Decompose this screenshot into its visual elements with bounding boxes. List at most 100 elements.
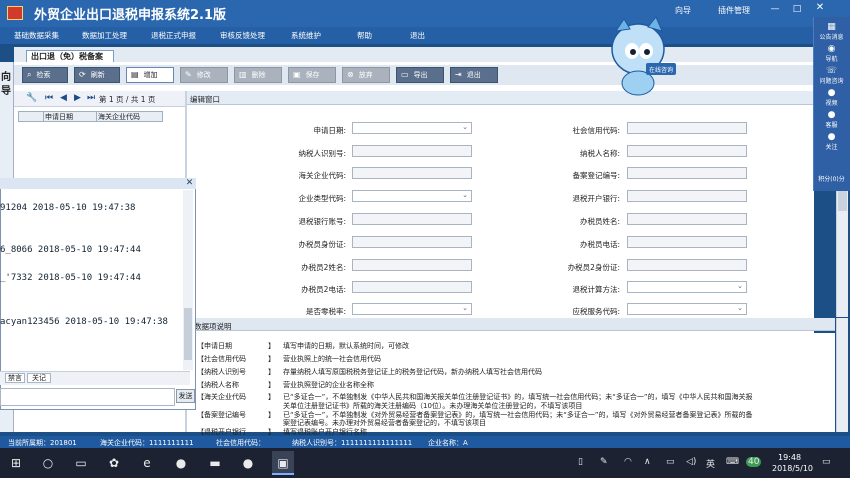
plugin-manage-link[interactable]: 插件管理 xyxy=(718,5,750,16)
agent2-phone-field[interactable] xyxy=(352,281,472,293)
mascot-badge: 在线咨询 xyxy=(649,66,673,74)
label-agent-name: 办税员姓名: xyxy=(579,217,620,226)
cancel-button[interactable]: ⊗ 放弃 xyxy=(342,67,390,83)
exit-button[interactable]: ⇥ 退出 xyxy=(450,67,498,83)
company-type-select[interactable]: ⌄ xyxy=(352,190,472,202)
label-taxpayer-name: 纳税人名称: xyxy=(579,149,620,158)
sidebar-item-consult[interactable]: ☏ 问题咨询 xyxy=(813,66,850,85)
menu-data-process[interactable]: 数据加工处理 xyxy=(82,30,127,41)
taskbar xyxy=(0,448,850,478)
app-pinwheel-icon[interactable]: ✿ xyxy=(106,455,122,471)
taxpayer-id-field[interactable] xyxy=(352,145,472,157)
bank-account-field[interactable] xyxy=(352,213,472,225)
wrench-icon[interactable]: 🔧 xyxy=(26,93,37,103)
log-line: 6_8066 2018-05-10 19:47:44 xyxy=(0,245,141,255)
agent-phone-field[interactable] xyxy=(627,236,747,248)
tray-arrow-icon[interactable]: ∧ xyxy=(644,457,651,467)
menu-system-maintenance[interactable]: 系统维护 xyxy=(291,30,321,41)
mute-tab[interactable]: 禁言 xyxy=(5,373,25,383)
agent2-name-field[interactable] xyxy=(352,259,472,271)
search-button[interactable]: ⌕ 检索 xyxy=(22,67,68,83)
sidebar-item-points[interactable]: 积分(0)分 xyxy=(813,174,850,183)
menu-help[interactable]: 帮助 xyxy=(357,30,372,41)
column-apply-date[interactable]: 申请日期 xyxy=(45,112,73,122)
status-credit-code: 社会信用代码： xyxy=(216,439,265,447)
column-customs-code[interactable]: 海关企业代码 xyxy=(98,112,140,122)
status-taxpayer-id: 纳税人识别号：1111111111111111 xyxy=(292,439,413,447)
agent-name-field[interactable] xyxy=(627,213,747,225)
taxpayer-name-field[interactable] xyxy=(627,145,747,157)
status-company-name: 企业名称：A xyxy=(428,439,468,447)
chevron-down-icon: ⌄ xyxy=(737,304,743,312)
guide-char-2: 导 xyxy=(1,86,11,97)
desc-value: 营业执照登记的企业名称全称 xyxy=(283,381,374,389)
app-green-icon[interactable]: ● xyxy=(173,455,189,471)
refresh-button[interactable]: ⟳ 刷新 xyxy=(74,67,120,83)
sidebar-item-notice[interactable]: ▦ 公告消息 xyxy=(813,22,850,41)
close-icon[interactable]: ✕ xyxy=(184,178,195,189)
next-page-icon[interactable]: ▶ xyxy=(74,93,81,103)
close-record-tab[interactable]: 关记 xyxy=(27,373,51,383)
save-button[interactable]: ▣ 保存 xyxy=(288,67,336,83)
clock-time[interactable]: 19:48 xyxy=(778,453,801,462)
maximize-icon[interactable]: □ xyxy=(790,4,804,16)
first-page-icon[interactable]: ⏮ xyxy=(45,93,53,103)
desc-key: 【纳税人名称 xyxy=(197,381,239,389)
service-code-select[interactable]: ⌄ xyxy=(627,303,747,315)
clock-date[interactable]: 2018/5/10 xyxy=(772,464,813,473)
credit-code-field[interactable] xyxy=(627,122,747,134)
menu-exit[interactable]: 退出 xyxy=(410,30,425,41)
tray-pen-icon[interactable]: ✎ xyxy=(600,457,608,467)
chat-input[interactable] xyxy=(0,388,175,406)
menu-basic-data[interactable]: 基础数据采集 xyxy=(14,30,59,41)
input-lang[interactable]: 英 xyxy=(706,457,715,470)
tax-app-icon[interactable]: ▣ xyxy=(275,455,291,471)
label-record-number: 备案登记编号: xyxy=(572,171,620,180)
label-customs-code: 海关企业代码: xyxy=(298,171,346,180)
customs-code-field[interactable] xyxy=(352,167,472,179)
sidebar-item-follow[interactable]: ● 关注 xyxy=(813,132,850,151)
menu-formal-declare[interactable]: 退税正式申报 xyxy=(151,30,196,41)
send-button[interactable]: 发送 xyxy=(176,389,195,403)
apply-date-select[interactable]: ⌄ xyxy=(352,122,472,134)
zero-rate-select[interactable]: ⌄ xyxy=(352,303,472,315)
label-taxpayer-id: 纳税人识别号: xyxy=(298,149,346,158)
edit-icon: ✎ xyxy=(185,70,192,79)
notification-badge[interactable]: 40 xyxy=(746,457,762,467)
wifi-icon[interactable]: ◠ xyxy=(624,457,632,467)
edit-button[interactable]: ✎ 修改 xyxy=(180,67,228,83)
chat-scrollbar-thumb[interactable] xyxy=(184,308,192,360)
description-scrollbar[interactable] xyxy=(836,318,848,432)
close-icon[interactable]: ✕ xyxy=(809,2,831,16)
last-page-icon[interactable]: ⏭ xyxy=(87,93,95,103)
sidebar-item-nav[interactable]: ◉ 导航 xyxy=(813,44,850,63)
record-number-field[interactable] xyxy=(627,167,747,179)
sidebar-item-service[interactable]: ● 客服 xyxy=(813,110,850,129)
edge-browser-icon[interactable]: e xyxy=(139,455,155,471)
search-circle-icon[interactable]: ○ xyxy=(40,455,56,471)
menu-audit-feedback[interactable]: 审核反馈处理 xyxy=(220,30,265,41)
export-button[interactable]: ▭ 导出 xyxy=(396,67,444,83)
delete-button[interactable]: ▥ 删除 xyxy=(234,67,282,83)
battery-icon[interactable]: ▭ xyxy=(666,457,675,467)
keyboard-icon[interactable]: ⌨ xyxy=(726,457,739,467)
minimize-icon[interactable]: — xyxy=(768,4,782,16)
windows-start-icon[interactable]: ⊞ xyxy=(8,455,24,471)
tray-phone-icon[interactable]: ▯ xyxy=(578,457,583,467)
file-explorer-icon[interactable]: ▬ xyxy=(207,455,223,471)
volume-icon[interactable]: ◁) xyxy=(686,457,696,467)
add-button[interactable]: ▤ 增加 xyxy=(126,67,174,83)
chat-icon: ☏ xyxy=(825,66,838,76)
mascot-image[interactable]: 在线咨询 xyxy=(602,13,680,99)
status-customs-code: 海关企业代码：1111111111 xyxy=(100,439,194,447)
agent2-id-field[interactable] xyxy=(627,259,747,271)
agent-id-field[interactable] xyxy=(352,236,472,248)
action-center-icon[interactable]: ▭ xyxy=(822,457,831,467)
refund-bank-field[interactable] xyxy=(627,190,747,202)
task-view-icon[interactable]: ▭ xyxy=(73,455,89,471)
calc-method-select[interactable]: ⌄ xyxy=(627,281,747,293)
app-yellow-icon[interactable]: ● xyxy=(240,455,256,471)
prev-page-icon[interactable]: ◀ xyxy=(60,93,67,103)
sidebar-item-video[interactable]: ● 视频 xyxy=(813,88,850,107)
chat-overlay-titlebar[interactable] xyxy=(0,178,196,189)
